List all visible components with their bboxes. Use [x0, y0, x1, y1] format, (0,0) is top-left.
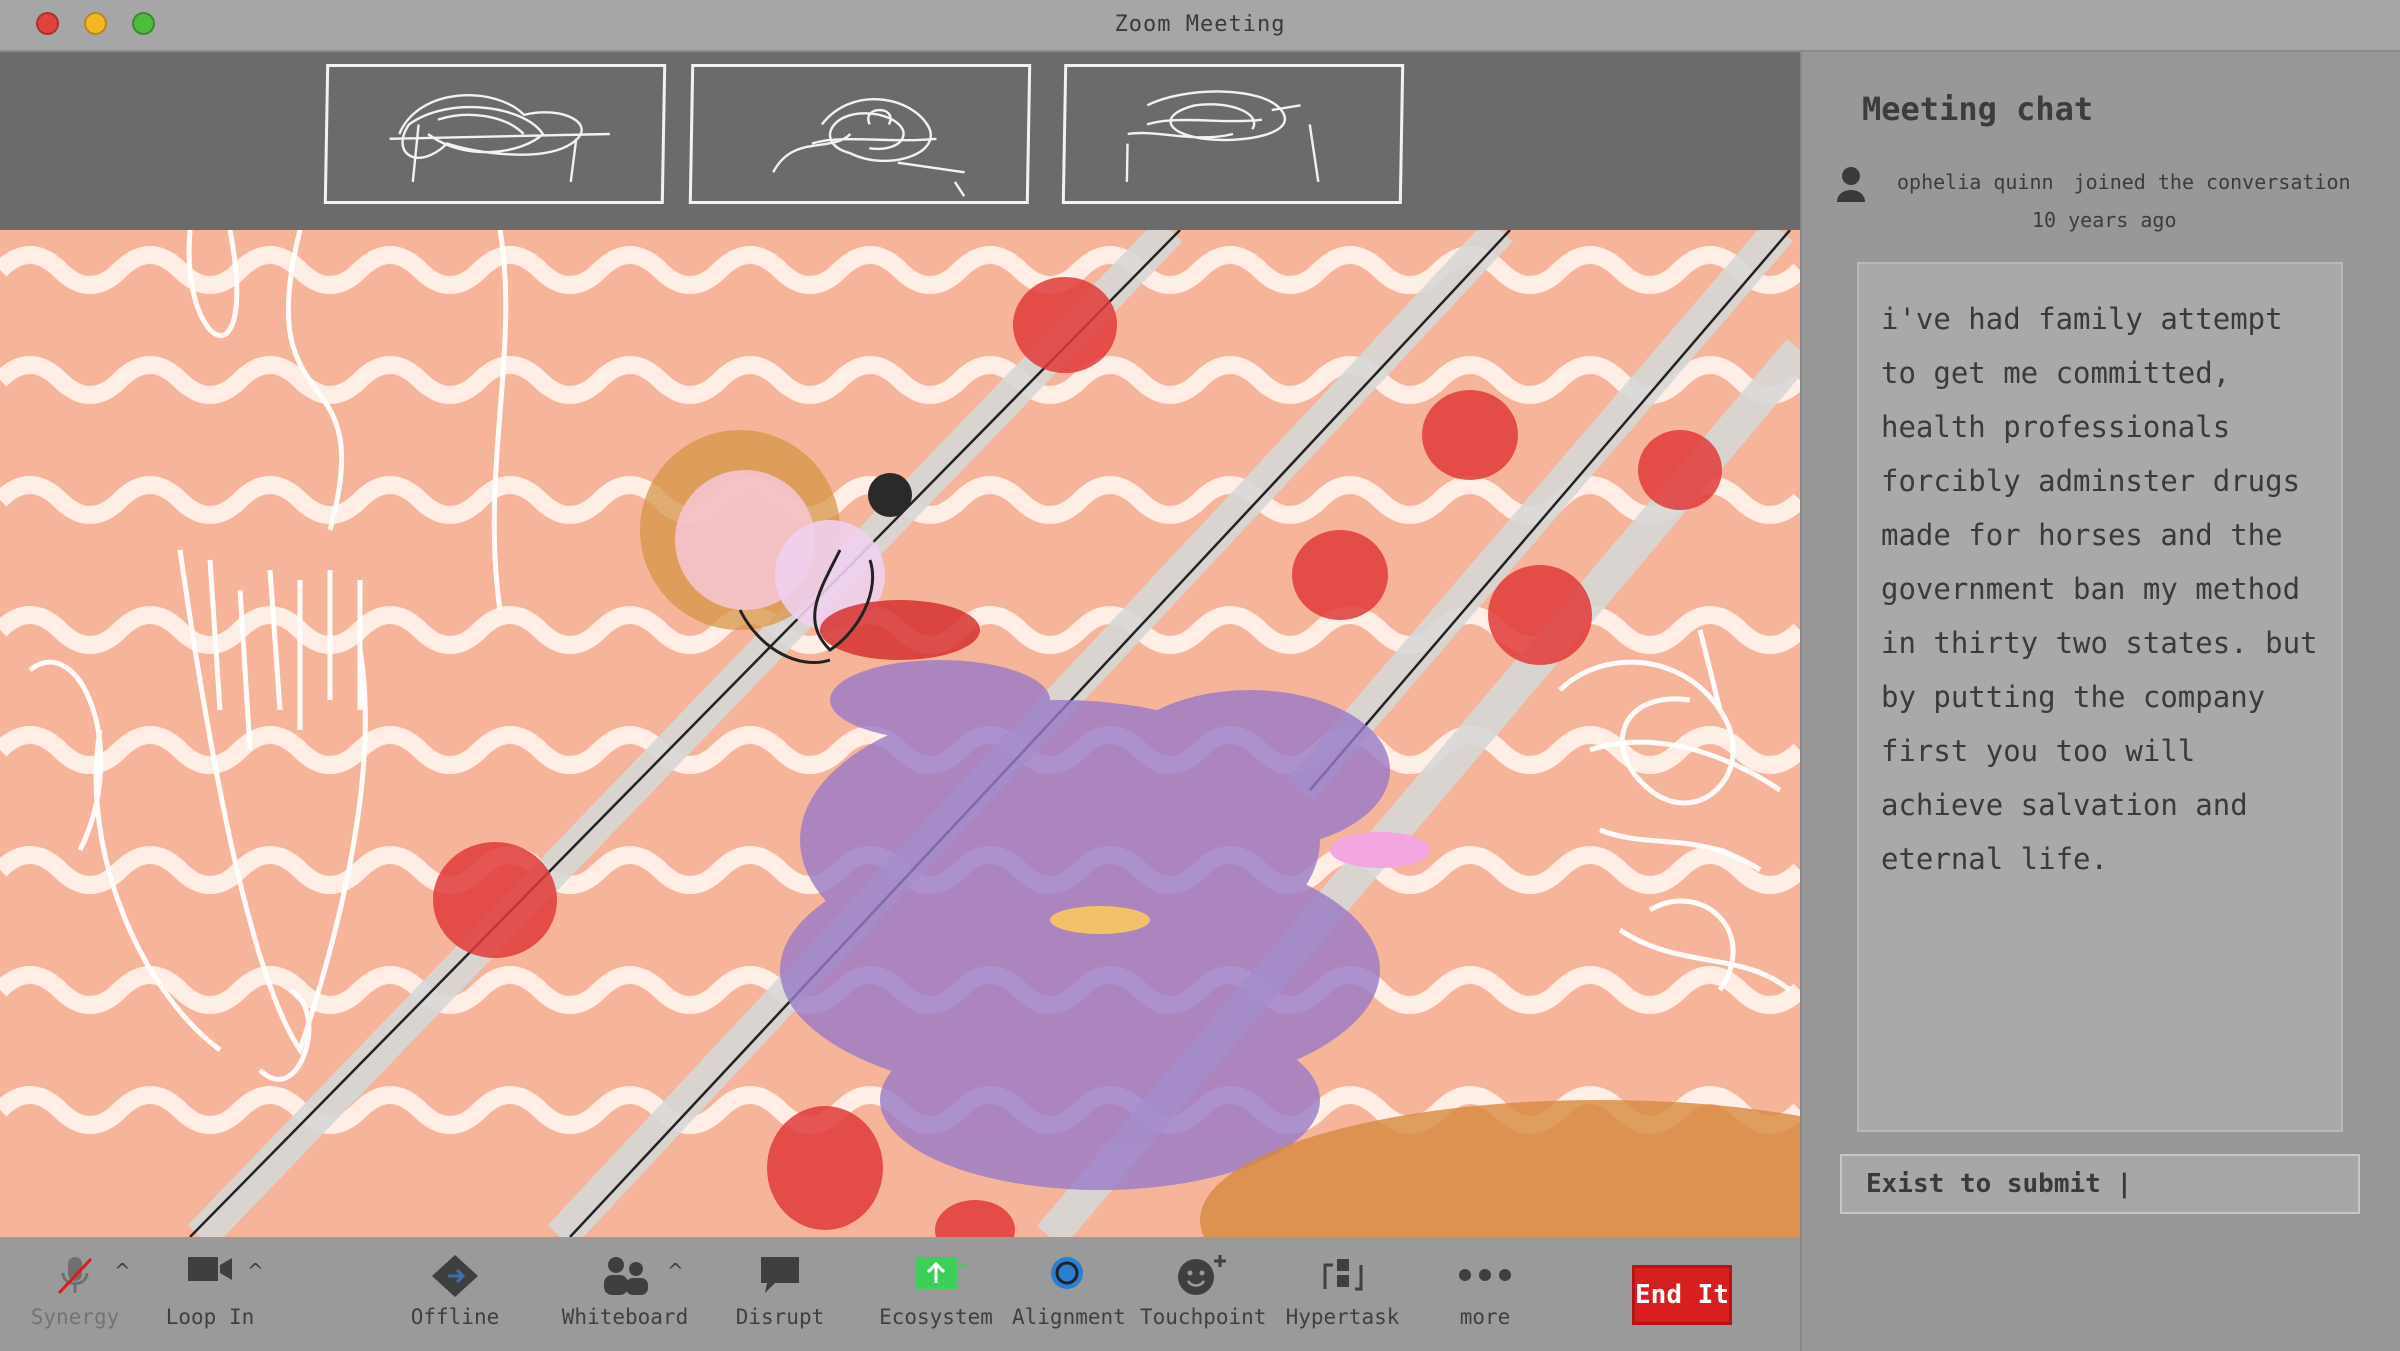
- people-icon: [604, 1257, 648, 1295]
- speech-bubble-icon: [761, 1257, 799, 1293]
- offline-label: Offline: [410, 1305, 500, 1329]
- synergy-button[interactable]: Synergy: [20, 1237, 130, 1351]
- synergy-options-caret[interactable]: ^: [114, 1259, 131, 1283]
- disrupt-button[interactable]: Disrupt: [725, 1237, 835, 1351]
- participant-name: ophelia quinn: [1897, 170, 2054, 194]
- participant-thumbnail[interactable]: [323, 64, 667, 204]
- title-bar: Zoom Meeting: [0, 0, 2400, 52]
- video-stage: [0, 52, 1800, 1237]
- main-video-feed: [0, 230, 1800, 1237]
- touchpoint-label: Touchpoint: [1140, 1305, 1267, 1329]
- video-camera-icon: [188, 1257, 232, 1281]
- synergy-label: Synergy: [30, 1305, 120, 1329]
- loop-in-button[interactable]: Loop In: [155, 1237, 265, 1351]
- ecosystem-label: Ecosystem: [879, 1305, 993, 1329]
- window-title: Zoom Meeting: [1114, 12, 1286, 37]
- join-notice: ophelia quinn joined the conversation: [1897, 170, 2351, 194]
- ellipsis-icon: [1459, 1269, 1511, 1281]
- microphone-muted-icon: [57, 1257, 93, 1295]
- painted-figure-artwork: [0, 230, 1800, 1237]
- scribble-drawing: [1125, 90, 1320, 183]
- end-meeting-button[interactable]: End It: [1632, 1265, 1732, 1325]
- alignment-button[interactable]: Alignment: [1012, 1237, 1126, 1351]
- smiley-plus-icon: [1178, 1255, 1226, 1295]
- chat-message: i've had family attempt to get me commit…: [1881, 302, 2318, 876]
- meeting-toolbar: Synergy ^ Loop In ^ Offline Whiteboard ^…: [0, 1237, 1800, 1351]
- whiteboard-label: Whiteboard: [561, 1305, 689, 1329]
- ecosystem-button[interactable]: Ecosystem: [876, 1237, 996, 1351]
- join-timestamp: 10 years ago: [2032, 208, 2177, 232]
- scribble-drawing: [389, 94, 610, 182]
- touchpoint-button[interactable]: Touchpoint: [1140, 1237, 1267, 1351]
- more-label: more: [1459, 1305, 1511, 1329]
- ecosystem-options-caret[interactable]: ^: [955, 1259, 972, 1283]
- participant-thumbnail[interactable]: [688, 64, 1032, 204]
- loop-in-label: Loop In: [165, 1305, 255, 1329]
- chat-input[interactable]: [1842, 1156, 2358, 1212]
- join-action: joined the conversation: [2073, 170, 2351, 194]
- avatar-icon: [1837, 167, 1865, 202]
- apps-icon: [1323, 1259, 1362, 1291]
- chat-panel: Meeting chat ophelia quinn joined the co…: [1800, 52, 2400, 1351]
- scribble-drawing: [772, 98, 966, 197]
- offline-button[interactable]: Offline: [400, 1237, 510, 1351]
- loop-in-options-caret[interactable]: ^: [247, 1259, 264, 1283]
- chat-title: Meeting chat: [1862, 90, 2094, 128]
- share-screen-icon: [915, 1257, 957, 1289]
- disrupt-label: Disrupt: [735, 1305, 825, 1329]
- participant-thumbnails: [0, 52, 1800, 230]
- circle-ring-icon: [1051, 1257, 1083, 1289]
- whiteboard-button[interactable]: Whiteboard: [560, 1237, 690, 1351]
- hypertask-label: Hypertask: [1285, 1305, 1400, 1329]
- diamond-arrow-icon: [432, 1255, 478, 1297]
- chat-message-box: i've had family attempt to get me commit…: [1857, 262, 2343, 1132]
- whiteboard-options-caret[interactable]: ^: [667, 1259, 684, 1283]
- chat-input-box[interactable]: [1840, 1154, 2360, 1214]
- hypertask-button[interactable]: Hypertask: [1280, 1237, 1405, 1351]
- alignment-label: Alignment: [1012, 1305, 1126, 1329]
- participant-thumbnail[interactable]: [1061, 64, 1405, 204]
- more-button[interactable]: more: [1430, 1237, 1540, 1351]
